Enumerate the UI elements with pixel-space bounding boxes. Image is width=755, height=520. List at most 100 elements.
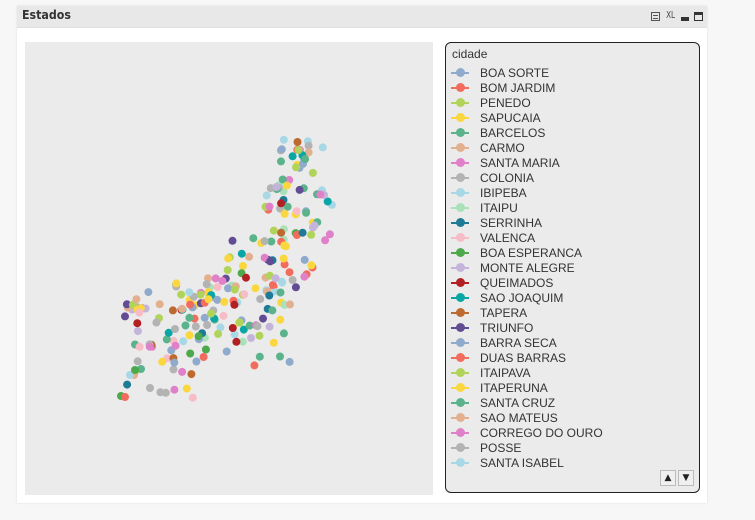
legend-item[interactable]: SAPUCAIA bbox=[451, 110, 603, 125]
map-point[interactable] bbox=[132, 295, 141, 304]
map-point[interactable] bbox=[171, 341, 180, 350]
legend-item[interactable]: IBIPEBA bbox=[451, 185, 603, 200]
map-point[interactable] bbox=[199, 353, 208, 361]
map-point[interactable] bbox=[279, 135, 288, 144]
map-point[interactable] bbox=[271, 274, 280, 283]
map-point[interactable] bbox=[307, 261, 316, 270]
map-point[interactable] bbox=[191, 322, 200, 331]
map-point[interactable] bbox=[185, 313, 194, 322]
map-point[interactable] bbox=[201, 345, 210, 354]
map-point[interactable] bbox=[250, 361, 259, 370]
map-point[interactable] bbox=[172, 279, 181, 288]
map-point[interactable] bbox=[282, 181, 291, 190]
legend-item[interactable]: MONTE ALEGRE bbox=[451, 260, 603, 275]
legend-item[interactable]: BARRA SECA bbox=[451, 335, 603, 350]
map-point[interactable] bbox=[185, 331, 194, 340]
map-point[interactable] bbox=[194, 332, 203, 341]
map-point[interactable] bbox=[131, 366, 139, 374]
map-point[interactable] bbox=[288, 276, 297, 284]
map-point[interactable] bbox=[230, 300, 239, 309]
map-point[interactable] bbox=[178, 304, 187, 313]
map-point[interactable] bbox=[181, 321, 190, 330]
legend-item[interactable]: SERRINHA bbox=[451, 215, 603, 230]
map-point[interactable] bbox=[277, 145, 286, 154]
map-point[interactable] bbox=[218, 276, 227, 285]
map-point[interactable] bbox=[133, 357, 142, 366]
map-point[interactable] bbox=[292, 163, 300, 172]
legend-item[interactable]: SANTA CRUZ bbox=[451, 395, 603, 410]
map-point[interactable] bbox=[307, 230, 316, 239]
map-point[interactable] bbox=[235, 318, 244, 327]
map-point[interactable] bbox=[230, 285, 239, 294]
legend-item[interactable]: SANTA ISABEL bbox=[451, 455, 603, 470]
map-point[interactable] bbox=[269, 226, 278, 235]
map-point[interactable] bbox=[170, 385, 179, 394]
legend-item[interactable]: TRIUNFO bbox=[451, 320, 603, 335]
legend-item[interactable]: QUEIMADOS bbox=[451, 275, 603, 290]
map-point[interactable] bbox=[224, 284, 232, 293]
map-point[interactable] bbox=[145, 342, 154, 351]
map-point[interactable] bbox=[169, 365, 178, 374]
map-point[interactable] bbox=[276, 315, 285, 324]
legend-item[interactable]: ITAIPU bbox=[451, 200, 603, 215]
map-point[interactable] bbox=[152, 318, 161, 327]
map-point[interactable] bbox=[168, 306, 177, 315]
legend-item[interactable]: BARCELOS bbox=[451, 125, 603, 140]
map-point[interactable] bbox=[247, 334, 255, 342]
map-point[interactable] bbox=[203, 321, 212, 329]
legend-item[interactable]: TAPERA bbox=[451, 305, 603, 320]
minimize-icon[interactable] bbox=[681, 17, 689, 21]
map-point[interactable] bbox=[171, 325, 179, 333]
map-point[interactable] bbox=[301, 155, 310, 164]
map-point[interactable] bbox=[188, 393, 197, 402]
map-point[interactable] bbox=[277, 199, 286, 208]
legend-item[interactable]: COLONIA bbox=[451, 170, 603, 185]
map-point[interactable] bbox=[262, 191, 271, 200]
legend-item[interactable]: BOA ESPERANCA bbox=[451, 245, 603, 260]
legend-item[interactable]: PENEDO bbox=[451, 95, 603, 110]
map-point[interactable] bbox=[255, 331, 264, 340]
scroll-down-button[interactable]: ▼ bbox=[678, 470, 694, 486]
legend-item[interactable]: ITAIPAVA bbox=[451, 365, 603, 380]
map-point[interactable] bbox=[146, 384, 154, 392]
map-point[interactable] bbox=[277, 157, 285, 166]
legend-item[interactable]: BOM JARDIM bbox=[451, 80, 603, 95]
legend-item[interactable]: POSSE bbox=[451, 440, 603, 455]
legend-item[interactable]: CARMO bbox=[451, 140, 603, 155]
map-point[interactable] bbox=[294, 146, 303, 154]
map-point[interactable] bbox=[133, 327, 142, 336]
map-point[interactable] bbox=[179, 337, 188, 346]
map-point[interactable] bbox=[300, 255, 309, 264]
map-point[interactable] bbox=[228, 236, 237, 245]
map-point[interactable] bbox=[276, 288, 285, 297]
map-point[interactable] bbox=[260, 237, 269, 246]
map-point[interactable] bbox=[242, 273, 250, 282]
map-point[interactable] bbox=[220, 297, 229, 306]
legend-item[interactable]: SAO JOAQUIM bbox=[451, 290, 603, 305]
map-point[interactable] bbox=[133, 319, 142, 328]
map-point[interactable] bbox=[269, 338, 278, 347]
map-point[interactable] bbox=[192, 357, 201, 366]
legend-item[interactable]: SANTA MARIA bbox=[451, 155, 603, 170]
map-point[interactable] bbox=[265, 291, 274, 300]
excel-export-icon[interactable]: XL bbox=[666, 9, 675, 23]
map-point[interactable] bbox=[325, 230, 334, 239]
map-point[interactable] bbox=[276, 352, 284, 361]
legend-item[interactable]: BOA SORTE bbox=[451, 65, 603, 80]
map-point[interactable] bbox=[240, 290, 249, 299]
map-point[interactable] bbox=[224, 254, 233, 263]
map-point[interactable] bbox=[187, 370, 196, 379]
map-point[interactable] bbox=[196, 290, 205, 299]
map-point[interactable] bbox=[300, 272, 309, 281]
map-point[interactable] bbox=[232, 337, 241, 346]
map-point[interactable] bbox=[277, 228, 286, 237]
map-point[interactable] bbox=[207, 309, 216, 318]
map-point[interactable] bbox=[265, 322, 274, 331]
map-point[interactable] bbox=[123, 380, 132, 389]
map-point[interactable] bbox=[223, 266, 232, 274]
legend-item[interactable]: VALENCA bbox=[451, 230, 603, 245]
map-point[interactable] bbox=[178, 367, 187, 376]
map-point[interactable] bbox=[265, 202, 274, 211]
scroll-up-button[interactable]: ▲ bbox=[660, 470, 676, 486]
map-point[interactable] bbox=[266, 257, 275, 266]
